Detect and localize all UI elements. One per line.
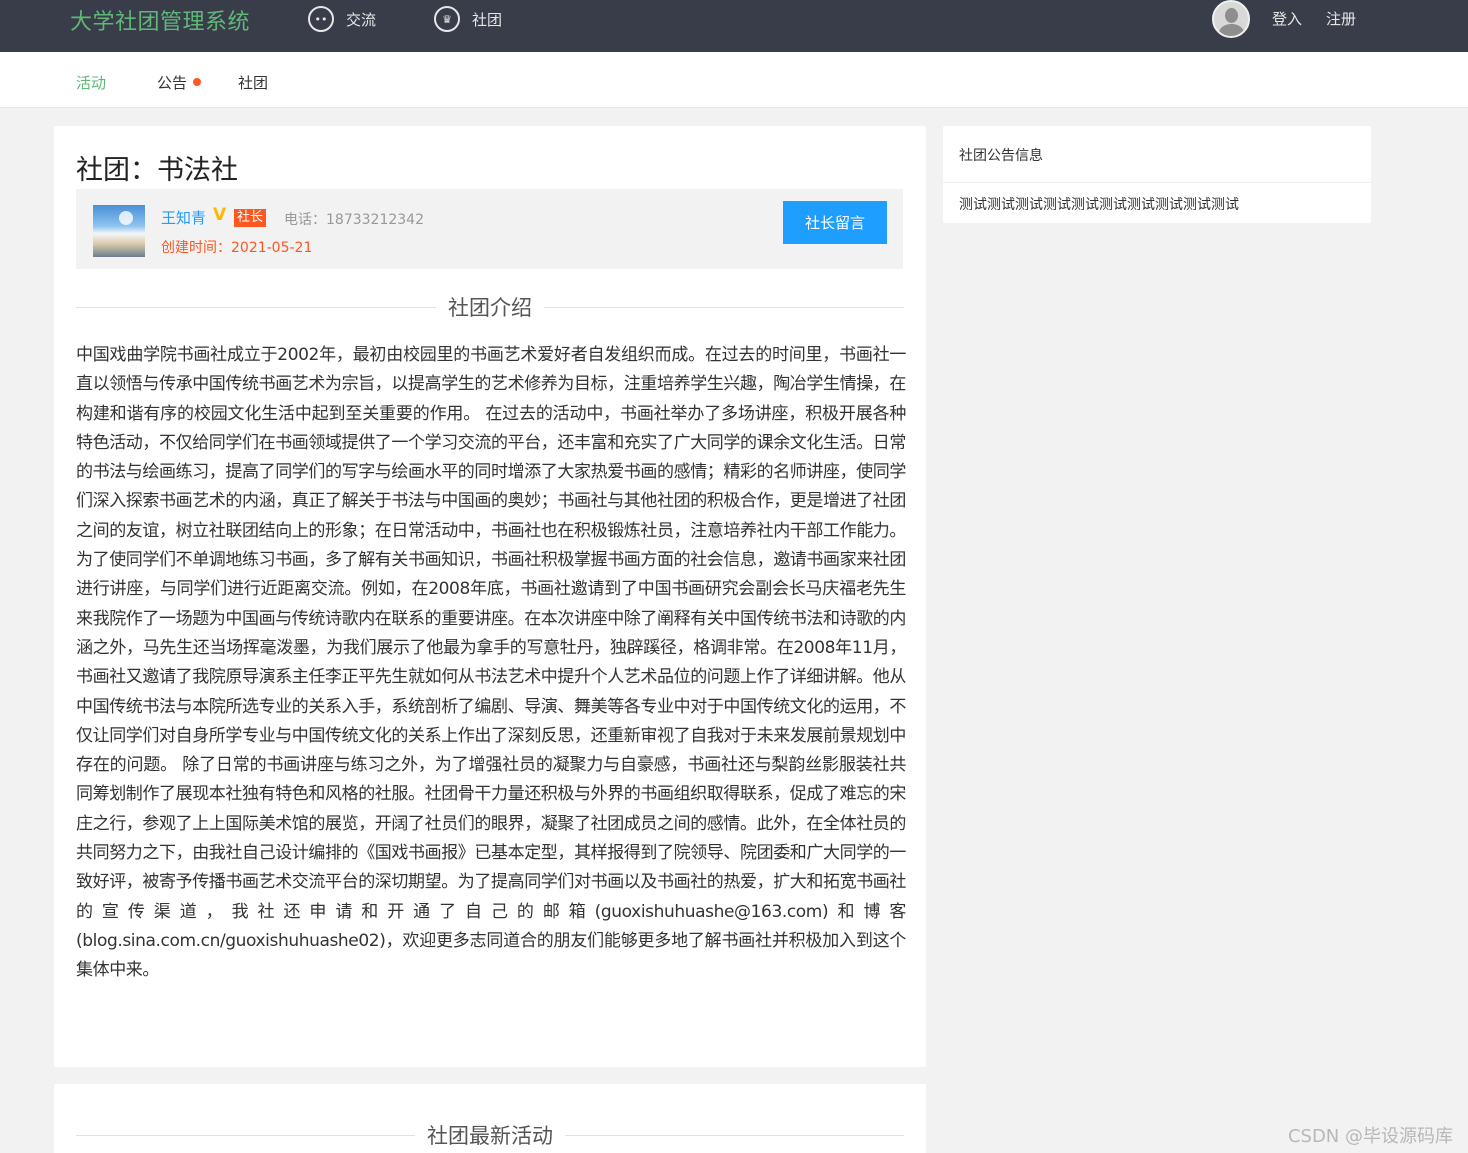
verified-icon: V bbox=[213, 205, 227, 225]
leader-name[interactable]: 王知青 bbox=[161, 207, 206, 228]
activities-card: 社团最新活动 bbox=[54, 1084, 926, 1153]
club-detail-card: 社团：书法社 王知青 V 社长 电话：18733212342 创建时间：2021… bbox=[54, 126, 926, 1067]
login-link[interactable]: 登入 bbox=[1272, 8, 1302, 29]
top-navbar: 大学社团管理系统 •• 交流 ♛ 社团 登入 注册 bbox=[0, 0, 1468, 52]
club-info-box: 王知青 V 社长 电话：18733212342 创建时间：2021-05-21 … bbox=[76, 189, 903, 269]
created-date: 创建时间：2021-05-21 bbox=[161, 240, 313, 256]
activities-heading-text: 社团最新活动 bbox=[427, 1124, 553, 1148]
role-badge: 社长 bbox=[234, 209, 267, 227]
announcement-title: 社团公告信息 bbox=[943, 126, 1371, 183]
nav-exchange[interactable]: •• 交流 bbox=[308, 5, 376, 33]
user-avatar[interactable] bbox=[1212, 0, 1250, 38]
chat-icon: •• bbox=[308, 6, 334, 32]
nav-exchange-label: 交流 bbox=[346, 10, 377, 29]
announcement-item[interactable]: 测试测试测试测试测试测试测试测试测试测试 bbox=[959, 194, 1239, 214]
intro-heading-text: 社团介绍 bbox=[448, 296, 532, 320]
tab-clubs[interactable]: 社团 bbox=[238, 72, 268, 93]
watermark: CSDN @毕设源码库 bbox=[1287, 1126, 1453, 1147]
club-intro-text: 中国戏曲学院书画社成立于2002年，最初由校园里的书画艺术爱好者自发组织而成。在… bbox=[76, 345, 907, 981]
crown-icon: ♛ bbox=[434, 6, 460, 32]
leave-message-button[interactable]: 社长留言 bbox=[783, 201, 887, 244]
leader-phone: 电话：18733212342 bbox=[284, 212, 424, 228]
register-link[interactable]: 注册 bbox=[1326, 8, 1356, 29]
notification-dot bbox=[193, 77, 202, 86]
activities-section-heading: 社团最新活动 bbox=[76, 1120, 904, 1150]
club-title: 社团：书法社 bbox=[76, 155, 238, 186]
tab-activities[interactable]: 活动 bbox=[76, 72, 106, 93]
sub-navbar: 活动 公告 社团 bbox=[0, 52, 1468, 108]
tab-announcements-label: 公告 bbox=[157, 74, 188, 92]
brand-title[interactable]: 大学社团管理系统 bbox=[70, 4, 250, 36]
intro-section-heading: 社团介绍 bbox=[76, 292, 904, 322]
nav-clubs[interactable]: ♛ 社团 bbox=[434, 5, 502, 33]
nav-clubs-label: 社团 bbox=[472, 10, 503, 29]
tab-announcements[interactable]: 公告 bbox=[157, 72, 202, 93]
club-image bbox=[93, 205, 145, 257]
announcement-card: 社团公告信息 测试测试测试测试测试测试测试测试测试测试 bbox=[943, 126, 1371, 223]
